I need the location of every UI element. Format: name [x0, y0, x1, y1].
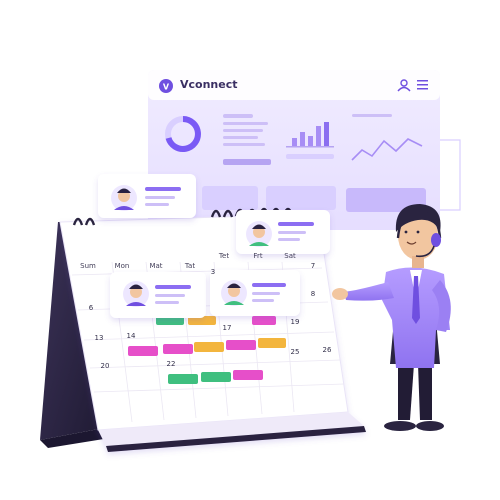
day-number[interactable]: 13: [92, 334, 106, 342]
day-number[interactable]: 22: [164, 360, 178, 368]
weekday-label: Tet: [218, 252, 230, 260]
day-number[interactable]: 19: [288, 318, 302, 326]
day-number[interactable]: 20: [98, 362, 112, 370]
day-number[interactable]: 3: [206, 268, 220, 276]
menu-icon[interactable]: [417, 80, 428, 90]
weekday-label: Sum: [80, 262, 96, 270]
weekday-label: Mon: [114, 262, 130, 270]
support-agent-figure: [332, 204, 451, 431]
weekday-label: Frt: [253, 252, 263, 260]
day-number[interactable]: 14: [124, 332, 138, 340]
illustration: V: [40, 70, 461, 452]
day-number[interactable]: 17: [220, 324, 234, 332]
day-number[interactable]: 8: [306, 290, 320, 298]
contact-card-3: [110, 272, 206, 318]
dashboard-footer-blocks: [202, 186, 426, 212]
weekday-label: Mat: [149, 262, 163, 270]
day-number[interactable]: 6: [84, 304, 98, 312]
contact-card-2: [236, 210, 330, 254]
contact-card-1: [98, 174, 196, 218]
day-number[interactable]: 7: [306, 262, 320, 270]
weekday-label: Sat: [284, 252, 296, 260]
day-number[interactable]: 25: [288, 348, 302, 356]
brand-name: Vconnect: [180, 78, 238, 91]
brand-logo-letter: V: [163, 83, 170, 92]
day-number[interactable]: 26: [320, 346, 334, 354]
weekday-label: Tat: [184, 262, 196, 270]
contact-card-4: [210, 270, 300, 316]
